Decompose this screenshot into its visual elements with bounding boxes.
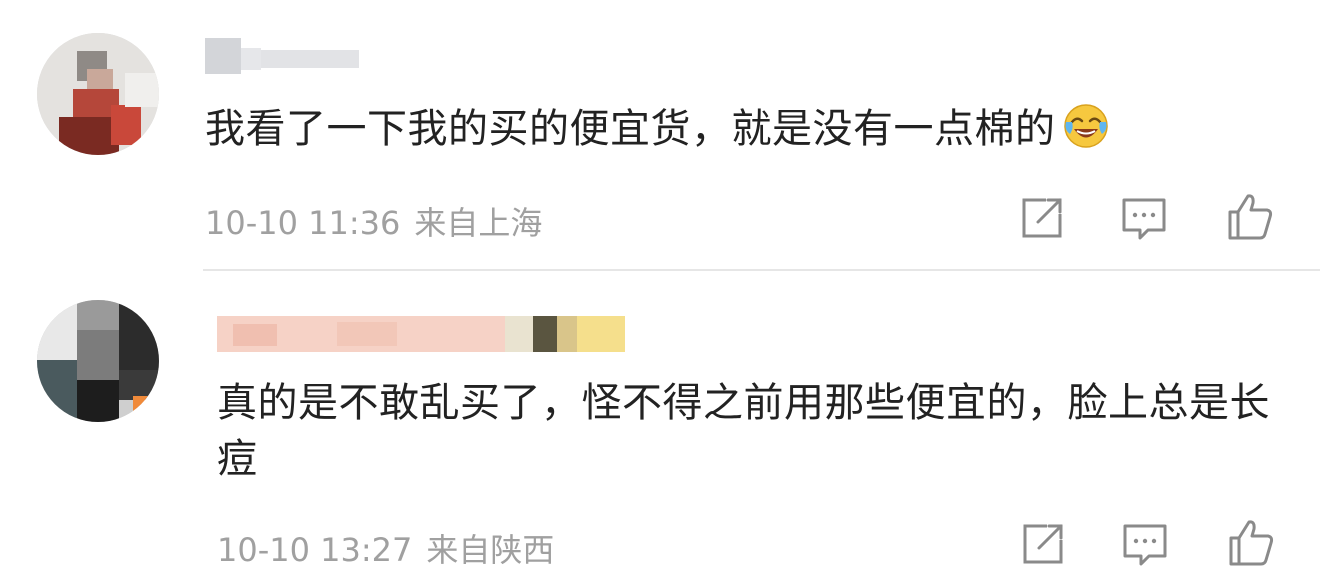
comment-meta: 10-10 13:27 来自陕西 [217, 525, 554, 571]
reply-icon [1122, 198, 1166, 240]
comment-text: 我看了一下我的买的便宜货，就是没有一点棉的 [205, 101, 1265, 157]
share-button[interactable] [1017, 518, 1069, 570]
like-icon [1228, 194, 1273, 240]
share-button[interactable] [1016, 192, 1068, 244]
reply-button[interactable] [1119, 518, 1171, 570]
share-icon [1023, 524, 1063, 564]
comment-text: 真的是不敢乱买了，怪不得之前用那些便宜的，脸上总是长痘 [217, 380, 1270, 482]
comment-meta: 10-10 11:36 来自上海 [205, 198, 542, 244]
like-icon [1229, 520, 1274, 566]
reply-button[interactable] [1118, 192, 1170, 244]
reply-icon [1123, 524, 1167, 566]
timestamp: 10-10 11:36 [205, 204, 401, 242]
location: 来自陕西 [426, 531, 555, 569]
like-button[interactable] [1224, 190, 1276, 242]
username[interactable] [217, 316, 625, 352]
like-button[interactable] [1225, 516, 1277, 568]
username[interactable] [205, 38, 365, 74]
location: 来自上海 [414, 204, 543, 242]
comment-item: 真的是不敢乱买了，怪不得之前用那些便宜的，脸上总是长痘 10-10 13:27 来… [0, 271, 1320, 581]
laughing-crying-emoji-icon [1063, 104, 1108, 148]
comment-item: 我看了一下我的买的便宜货，就是没有一点棉的 10-10 11:36 来自上海 [0, 0, 1320, 270]
avatar[interactable] [37, 300, 159, 422]
timestamp: 10-10 13:27 [217, 531, 413, 569]
avatar[interactable] [37, 33, 159, 155]
share-icon [1022, 198, 1062, 238]
